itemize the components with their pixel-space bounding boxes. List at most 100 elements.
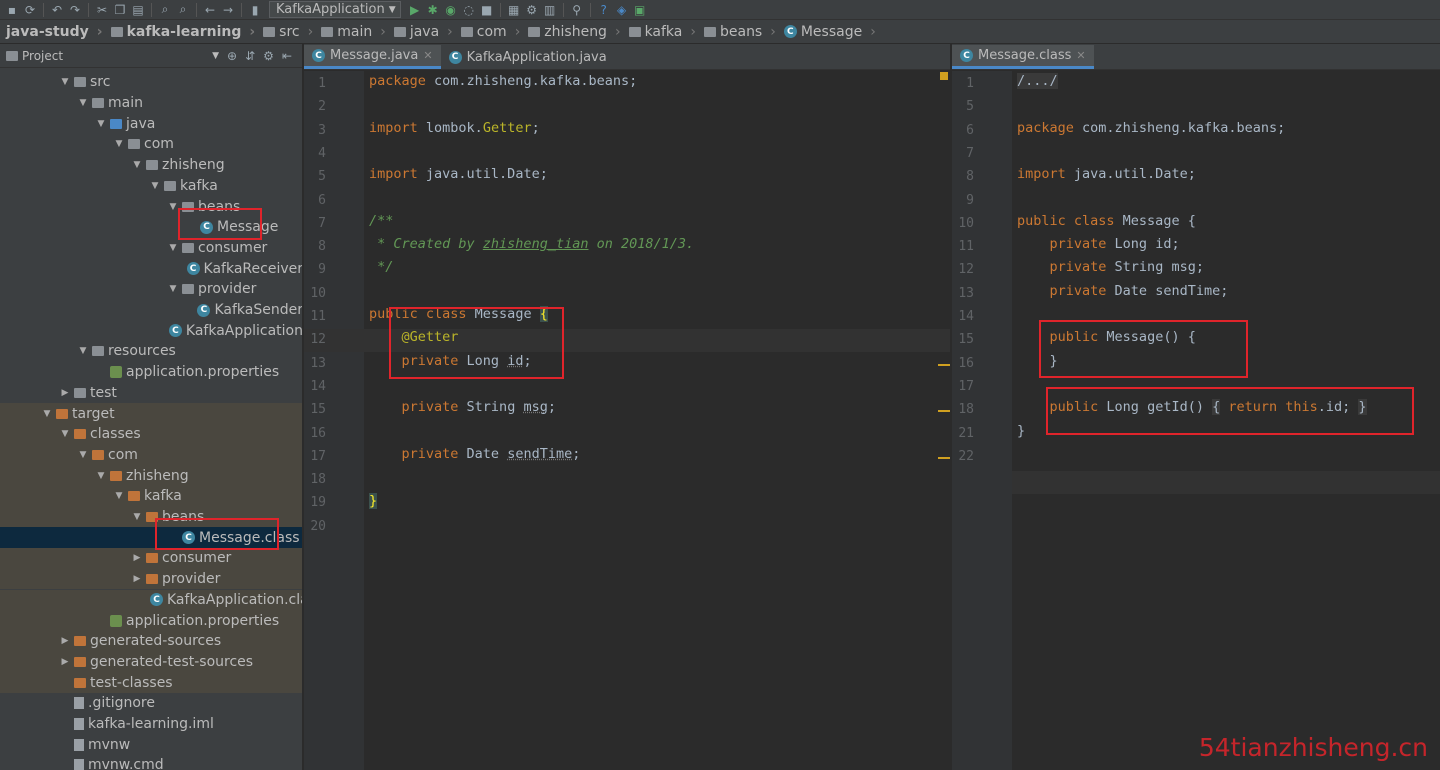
chevron-down-icon[interactable]: ▼: [166, 202, 180, 212]
replace-icon[interactable]: ⌕: [175, 2, 191, 18]
gear-icon[interactable]: ⚙: [263, 49, 274, 63]
tree-item[interactable]: application.properties: [0, 362, 302, 383]
tree-item[interactable]: ▼ beans: [0, 506, 302, 528]
tree-item[interactable]: ▼ main: [0, 93, 302, 114]
tree-item[interactable]: ▼ java: [0, 113, 302, 134]
chevron-down-icon[interactable]: ▼: [130, 160, 144, 170]
breadcrumb-project[interactable]: java-study ›: [2, 24, 107, 40]
locate-icon[interactable]: ⊕: [227, 49, 237, 63]
tree-item[interactable]: ▼ kafka: [0, 486, 302, 507]
tree-item[interactable]: application.properties: [0, 610, 302, 631]
breadcrumb-message[interactable]: C Message ›: [780, 24, 880, 40]
tree-item[interactable]: C Message.class: [0, 527, 302, 549]
tab-message-class[interactable]: C Message.class ✕: [952, 45, 1094, 69]
chevron-down-icon[interactable]: ▼: [58, 429, 72, 439]
forward-icon[interactable]: →: [220, 2, 236, 18]
coverage-icon[interactable]: ◉: [443, 2, 459, 18]
tree-item[interactable]: ▼ beans: [0, 196, 302, 217]
decompiled-code-area[interactable]: /.../ package com.zhisheng.kafka.beans; …: [952, 71, 1440, 770]
chevron-down-icon[interactable]: ▼: [112, 491, 126, 501]
plugin-icon[interactable]: ▣: [632, 2, 648, 18]
chevron-right-icon[interactable]: ▶: [58, 636, 72, 646]
warning-stripe[interactable]: [938, 364, 950, 366]
breadcrumb-com[interactable]: com ›: [457, 24, 525, 40]
tree-item[interactable]: kafka-learning.iml: [0, 714, 302, 735]
chevron-down-icon[interactable]: ▼: [166, 284, 180, 294]
chevron-down-icon[interactable]: ▼: [148, 181, 162, 191]
tree-item[interactable]: ▼ zhisheng: [0, 465, 302, 486]
close-icon[interactable]: ✕: [1076, 49, 1085, 62]
chevron-down-icon[interactable]: ▼: [94, 119, 108, 129]
back-icon[interactable]: ←: [202, 2, 218, 18]
chevron-down-icon[interactable]: ▼: [166, 243, 180, 253]
breadcrumb-java[interactable]: java ›: [390, 24, 457, 40]
hide-icon[interactable]: ⇤: [282, 49, 292, 63]
project-structure-icon[interactable]: ▦: [506, 2, 522, 18]
breadcrumb-module[interactable]: kafka-learning ›: [107, 24, 260, 40]
breadcrumb-src[interactable]: src ›: [259, 24, 317, 40]
chevron-down-icon[interactable]: ▼: [76, 346, 90, 356]
chevron-down-icon[interactable]: ▼: [76, 450, 90, 460]
debug-icon[interactable]: ✱: [425, 2, 441, 18]
tree-item[interactable]: ▼ src: [0, 72, 302, 93]
tree-item[interactable]: C Message: [0, 217, 302, 238]
warning-stripe[interactable]: [938, 410, 950, 412]
stop-icon[interactable]: ■: [479, 2, 495, 18]
tree-item[interactable]: ▼ com: [0, 444, 302, 466]
tree-item[interactable]: C KafkaSender: [0, 300, 302, 321]
tree-item[interactable]: mvnw.cmd: [0, 755, 302, 770]
collapse-icon[interactable]: ⇵: [245, 49, 255, 63]
project-panel-title[interactable]: Project: [22, 49, 63, 63]
build-icon[interactable]: ▮: [247, 2, 263, 18]
breadcrumb-main[interactable]: main ›: [317, 24, 390, 40]
chevron-right-icon[interactable]: ▶: [58, 388, 72, 398]
settings-icon[interactable]: ⚙: [524, 2, 540, 18]
redo-icon[interactable]: ↷: [67, 2, 83, 18]
tree-item[interactable]: ▶ generated-sources: [0, 630, 302, 652]
tree-item[interactable]: .gitignore: [0, 693, 302, 714]
translate-icon[interactable]: ◈: [614, 2, 630, 18]
tree-item[interactable]: ▶ test: [0, 383, 302, 404]
chevron-down-icon[interactable]: ▼: [40, 409, 54, 419]
chevron-down-icon[interactable]: ▼: [58, 77, 72, 87]
warning-stripe[interactable]: [938, 457, 950, 459]
chevron-right-icon[interactable]: ▶: [130, 574, 144, 584]
tree-item[interactable]: ▶ generated-test-sources: [0, 651, 302, 673]
cut-icon[interactable]: ✂: [94, 2, 110, 18]
breadcrumb-zhisheng[interactable]: zhisheng ›: [524, 24, 624, 40]
tree-item[interactable]: ▼ consumer: [0, 238, 302, 259]
tree-item[interactable]: C KafkaReceiver: [0, 258, 302, 279]
warning-marker-icon[interactable]: [940, 72, 948, 80]
tab-kafkaapplication-java[interactable]: C KafkaApplication.java: [441, 45, 615, 69]
undo-icon[interactable]: ↶: [49, 2, 65, 18]
run-configuration-select[interactable]: KafkaApplication ▼: [269, 1, 401, 18]
tree-item[interactable]: ▼ target: [0, 403, 302, 424]
tree-item[interactable]: C KafkaApplication: [0, 320, 302, 341]
tree-item[interactable]: ▼ com: [0, 134, 302, 155]
paste-icon[interactable]: ▤: [130, 2, 146, 18]
code-area[interactable]: package com.zhisheng.kafka.beans; import…: [304, 71, 950, 770]
sdk-icon[interactable]: ▥: [542, 2, 558, 18]
tree-item[interactable]: C KafkaApplication.class: [0, 589, 302, 611]
chevron-down-icon[interactable]: ▼: [76, 98, 90, 108]
find-icon[interactable]: ⌕: [157, 2, 173, 18]
tree-item[interactable]: ▼ provider: [0, 279, 302, 300]
chevron-right-icon[interactable]: ▶: [130, 553, 144, 563]
vcs-icon[interactable]: ⚲: [569, 2, 585, 18]
tree-item[interactable]: ▼ kafka: [0, 176, 302, 197]
tree-item[interactable]: ▶ provider: [0, 568, 302, 590]
tree-item[interactable]: mvnw: [0, 734, 302, 755]
tab-message-java[interactable]: C Message.java ✕: [304, 45, 441, 69]
chevron-down-icon[interactable]: ▼: [94, 471, 108, 481]
chevron-down-icon[interactable]: ▼: [112, 139, 126, 149]
profile-icon[interactable]: ◌: [461, 2, 477, 18]
tree-item[interactable]: test-classes: [0, 672, 302, 693]
run-icon[interactable]: ▶: [407, 2, 423, 18]
breadcrumb-beans[interactable]: beans ›: [700, 24, 780, 40]
breadcrumb-kafka[interactable]: kafka ›: [625, 24, 700, 40]
tree-item[interactable]: ▼ classes: [0, 423, 302, 445]
close-icon[interactable]: ✕: [423, 49, 432, 62]
chevron-right-icon[interactable]: ▶: [58, 657, 72, 667]
tree-item[interactable]: ▶ consumer: [0, 548, 302, 569]
chevron-down-icon[interactable]: ▼: [212, 51, 219, 61]
